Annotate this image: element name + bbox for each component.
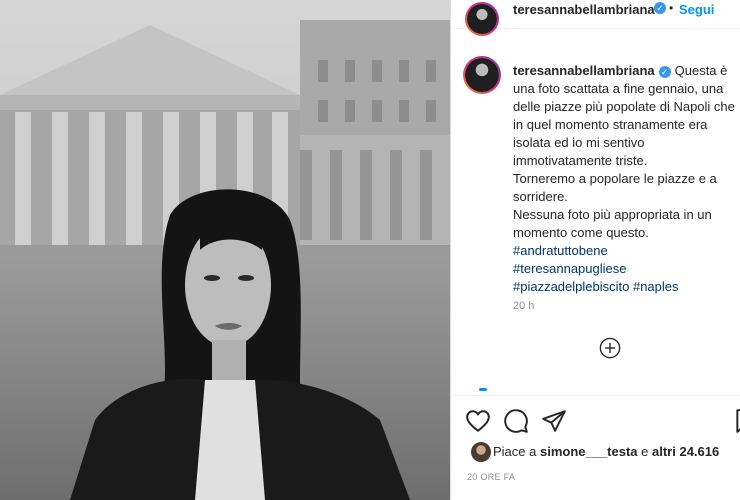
verified-badge-icon: ✓ bbox=[654, 2, 666, 14]
post-side-panel: teresannabellambriana ✓ • Segui teresann… bbox=[450, 0, 740, 500]
heart-icon[interactable] bbox=[465, 408, 491, 434]
follow-button[interactable]: Segui bbox=[679, 2, 714, 17]
caption-text: Questa è una foto scattata a fine gennai… bbox=[513, 63, 735, 168]
paper-plane-icon[interactable] bbox=[541, 408, 567, 434]
author-username[interactable]: teresannabellambriana bbox=[513, 2, 655, 17]
hashtag-link[interactable]: #teresannapugliese bbox=[513, 260, 735, 278]
avatar-image bbox=[465, 58, 499, 92]
likes-middle: e bbox=[637, 444, 653, 459]
action-bar bbox=[451, 395, 740, 444]
scroll-indicator bbox=[479, 388, 487, 391]
caption-line-3: Nessuna foto più appropriata in un momen… bbox=[513, 207, 712, 240]
separator-dot: • bbox=[669, 1, 674, 15]
likes-count-link[interactable]: altri 24.616 bbox=[652, 444, 719, 459]
liker-username[interactable]: simone___testa bbox=[540, 444, 638, 459]
post-photo[interactable] bbox=[0, 0, 450, 500]
caption-line-2: Torneremo a popolare le piazze e a sorri… bbox=[513, 171, 717, 204]
liker-avatar[interactable] bbox=[471, 442, 491, 462]
hashtag-link[interactable]: #andratuttobene bbox=[513, 242, 735, 260]
instagram-post-view: teresannabellambriana ✓ • Segui teresann… bbox=[0, 0, 740, 500]
caption-time-ago: 20 h bbox=[513, 300, 535, 312]
bookmark-icon[interactable] bbox=[733, 408, 740, 434]
post-date[interactable]: 20 ORE FA bbox=[467, 472, 515, 482]
verified-badge-icon: ✓ bbox=[658, 65, 671, 78]
likes-prefix: Piace a bbox=[493, 444, 540, 459]
comment-icon[interactable] bbox=[503, 408, 529, 434]
caption-username[interactable]: teresannabellambriana bbox=[513, 63, 655, 78]
hashtag-link[interactable]: #piazzadelplebiscito #naples bbox=[513, 278, 735, 296]
avatar-image bbox=[467, 4, 497, 34]
author-avatar[interactable] bbox=[465, 2, 499, 36]
plus-circle-icon[interactable] bbox=[599, 337, 621, 359]
post-header: teresannabellambriana ✓ • Segui bbox=[451, 0, 740, 36]
photo-illustration bbox=[0, 0, 450, 500]
caption-author-avatar[interactable] bbox=[463, 56, 501, 94]
post-caption: teresannabellambriana ✓ Questa è una foto … bbox=[513, 62, 735, 296]
